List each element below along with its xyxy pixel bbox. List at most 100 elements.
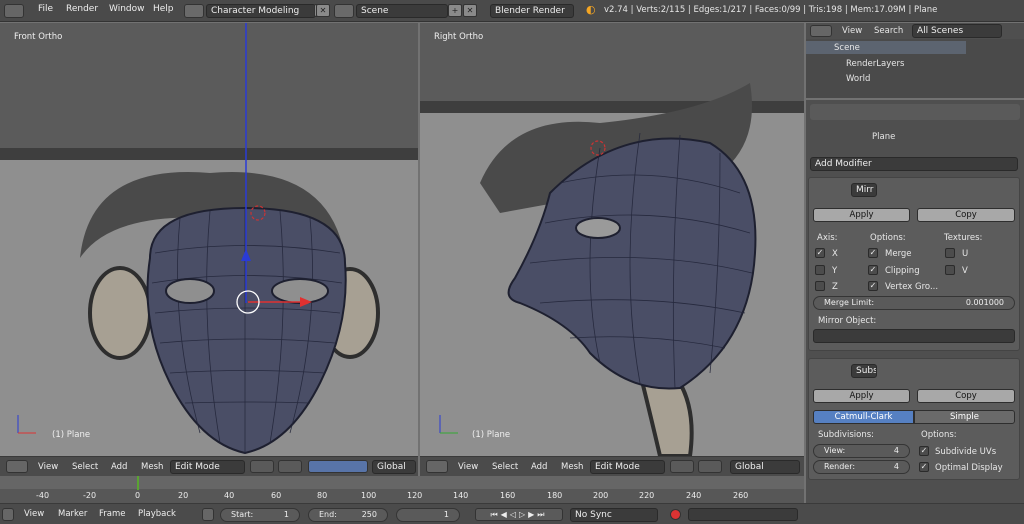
subdivisions-label: Subdivisions: <box>818 430 874 440</box>
sync-mode-select[interactable]: No Sync <box>570 508 658 522</box>
scene-field[interactable]: Scene <box>356 4 448 18</box>
mirror-copy-button[interactable]: Copy <box>917 208 1015 222</box>
menu-window[interactable]: Window <box>109 4 145 14</box>
outliner-editor-icon[interactable] <box>810 25 832 37</box>
tick: 40 <box>224 491 235 500</box>
editor-type-icon[interactable] <box>426 460 448 473</box>
viewport-right[interactable]: Right Ortho (1) Plane <box>420 23 804 456</box>
merge-checkbox[interactable]: ✓ <box>868 248 878 258</box>
screen-layout-field[interactable]: Character Modeling <box>206 4 316 18</box>
preview-range-icon[interactable] <box>202 508 214 521</box>
manipulator-icon[interactable] <box>308 460 368 473</box>
editor-type-icon[interactable] <box>4 4 24 18</box>
simple-toggle[interactable]: Simple <box>914 410 1015 424</box>
outliner-filter-select[interactable]: All Scenes <box>912 24 1002 38</box>
mirror-apply-button[interactable]: Apply <box>813 208 910 222</box>
scene-row-label: Scene <box>834 43 860 53</box>
menu-select[interactable]: Select <box>492 462 518 472</box>
tick: 260 <box>733 491 749 500</box>
playback-controls[interactable]: ⏮◀◁▷▶⏭ <box>475 508 563 521</box>
record-icon[interactable] <box>670 509 681 520</box>
merge-limit-field[interactable]: Merge Limit: 0.001000 <box>813 296 1015 310</box>
menu-view[interactable]: View <box>38 462 58 472</box>
optimal-display-checkbox[interactable]: ✓ <box>919 462 929 472</box>
vertex-groups-checkbox[interactable]: ✓ <box>868 281 878 291</box>
menu-help[interactable]: Help <box>153 4 174 14</box>
add-scene-button[interactable]: + <box>448 4 462 17</box>
timeline-menu-frame[interactable]: Frame <box>99 509 125 519</box>
axis-x-checkbox[interactable]: ✓ <box>815 248 825 258</box>
texture-u-checkbox[interactable] <box>945 248 955 258</box>
tick: 180 <box>547 491 563 500</box>
subdiv-render-field[interactable]: Render: 4 <box>813 460 910 474</box>
orientation-select[interactable]: Global <box>730 460 800 474</box>
start-frame-field[interactable]: Start: 1 <box>220 508 300 522</box>
timeline-menu-view[interactable]: View <box>24 509 44 519</box>
add-modifier-select[interactable]: Add Modifier <box>810 157 1018 171</box>
scene-icon[interactable] <box>334 4 354 18</box>
pivot-icon[interactable] <box>278 460 302 473</box>
axis-z-checkbox[interactable] <box>815 281 825 291</box>
textures-label: Textures: <box>944 233 983 243</box>
start-label: Start: <box>231 510 254 519</box>
viewport-front[interactable]: Front Ortho (1) Plane <box>0 23 418 456</box>
shading-icon[interactable] <box>250 460 274 473</box>
outliner-menu-view[interactable]: View <box>842 26 862 36</box>
render-engine-select[interactable]: Blender Render <box>490 4 574 18</box>
tick: 140 <box>453 491 469 500</box>
timeline-area[interactable] <box>0 476 804 503</box>
subdivide-uvs-checkbox[interactable]: ✓ <box>919 446 929 456</box>
menu-view[interactable]: View <box>458 462 478 472</box>
menu-mesh[interactable]: Mesh <box>561 462 583 472</box>
shading-icon[interactable] <box>670 460 694 473</box>
orientation-select[interactable]: Global <box>372 460 416 474</box>
mirror-name-field[interactable]: Mirr <box>851 183 877 197</box>
clipping-label: Clipping <box>885 266 920 276</box>
pivot-icon[interactable] <box>698 460 722 473</box>
current-frame-marker[interactable] <box>137 476 139 490</box>
axis-label: Axis: <box>817 233 838 243</box>
subsurf-options-label: Options: <box>921 430 957 440</box>
texture-v-checkbox[interactable] <box>945 265 955 275</box>
editor-type-icon[interactable] <box>6 460 28 473</box>
menu-select[interactable]: Select <box>72 462 98 472</box>
tick: 200 <box>593 491 609 500</box>
renderlayers-row[interactable]: RenderLayers <box>846 59 904 69</box>
clipping-checkbox[interactable]: ✓ <box>868 265 878 275</box>
menu-mesh[interactable]: Mesh <box>141 462 163 472</box>
subsurf-copy-button[interactable]: Copy <box>917 389 1015 403</box>
mode-select[interactable]: Edit Mode <box>170 460 245 474</box>
scene-row[interactable] <box>806 41 966 54</box>
editor-type-icon[interactable] <box>2 508 14 521</box>
menu-file[interactable]: File <box>38 4 53 14</box>
properties-tabs[interactable] <box>810 104 1020 120</box>
mode-select[interactable]: Edit Mode <box>590 460 665 474</box>
tick: 60 <box>271 491 282 500</box>
mirror-object-label: Mirror Object: <box>818 316 877 326</box>
mirror-object-field[interactable] <box>813 329 1015 343</box>
close-layout-icon[interactable]: ✕ <box>316 4 330 17</box>
subsurf-apply-button[interactable]: Apply <box>813 389 910 403</box>
menu-add[interactable]: Add <box>111 462 127 472</box>
subdiv-render-value: 4 <box>893 462 899 471</box>
menu-render[interactable]: Render <box>66 4 98 14</box>
texture-v-label: V <box>962 266 968 276</box>
screen-layout-icon[interactable] <box>184 4 204 18</box>
outliner-menu-search[interactable]: Search <box>874 26 903 36</box>
timeline-menu-marker[interactable]: Marker <box>58 509 87 519</box>
current-frame-field[interactable]: 1 <box>396 508 460 522</box>
axis-y-checkbox[interactable] <box>815 265 825 275</box>
tick: 80 <box>317 491 328 500</box>
remove-scene-button[interactable]: ✕ <box>463 4 477 17</box>
tick: 240 <box>686 491 702 500</box>
viewport-front-object: (1) Plane <box>52 430 91 440</box>
keying-set-field[interactable] <box>688 508 798 521</box>
menu-add[interactable]: Add <box>531 462 547 472</box>
world-row[interactable]: World <box>846 74 870 84</box>
end-frame-field[interactable]: End: 250 <box>308 508 388 522</box>
end-value: 250 <box>361 510 377 519</box>
catmull-clark-toggle[interactable]: Catmull-Clark <box>813 410 914 424</box>
subsurf-name-field[interactable]: Subs <box>851 364 877 378</box>
timeline-menu-playback[interactable]: Playback <box>138 509 176 519</box>
subdiv-view-field[interactable]: View: 4 <box>813 444 910 458</box>
